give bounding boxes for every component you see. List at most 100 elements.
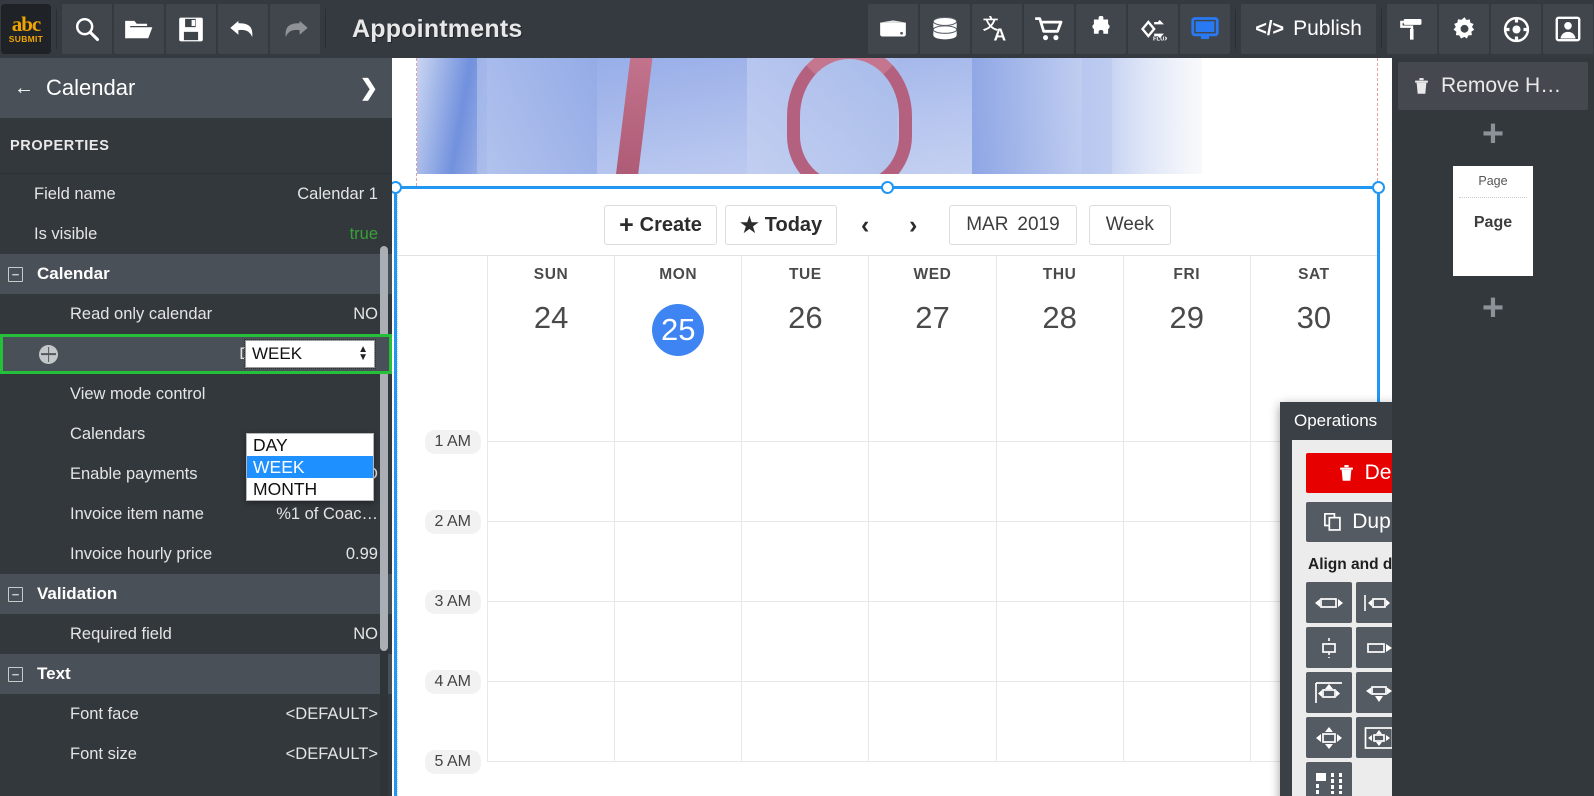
hour-cell[interactable] bbox=[488, 362, 615, 442]
distribute-rows-icon[interactable] bbox=[1306, 762, 1352, 796]
hour-cell[interactable] bbox=[869, 442, 996, 522]
group-validation[interactable]: − Validation bbox=[0, 574, 392, 614]
undo-icon[interactable] bbox=[218, 4, 268, 54]
cart-icon[interactable] bbox=[1024, 4, 1074, 54]
day-column-mon[interactable]: MON 25 bbox=[615, 256, 742, 362]
collapse-toggle-icon[interactable]: − bbox=[8, 267, 23, 282]
duplicate-button[interactable]: Duplicate bbox=[1306, 502, 1392, 542]
hour-cell[interactable] bbox=[997, 362, 1124, 442]
center-in-container-icon[interactable] bbox=[1356, 717, 1392, 758]
operations-popup[interactable]: Operations ✕ Delete Duplicate Align and … bbox=[1280, 402, 1392, 796]
prop-required-field[interactable]: Required field NO bbox=[0, 614, 392, 654]
flux-icon[interactable]: FLUX bbox=[1128, 4, 1178, 54]
day-column-sat[interactable]: SAT 30 bbox=[1251, 256, 1377, 362]
hour-cell[interactable] bbox=[742, 522, 869, 602]
hour-cell[interactable] bbox=[742, 682, 869, 762]
month-year-display[interactable]: MAR 2019 bbox=[949, 205, 1077, 245]
remove-header-button[interactable]: Remove H… bbox=[1398, 62, 1588, 110]
hour-cell[interactable] bbox=[488, 602, 615, 682]
prop-invoice-hourly-price[interactable]: Invoice hourly price 0.99 bbox=[0, 534, 392, 574]
translate-icon[interactable]: 文A bbox=[972, 4, 1022, 54]
prop-field-name[interactable]: Field name Calendar 1 bbox=[0, 174, 392, 214]
redo-icon[interactable] bbox=[270, 4, 320, 54]
database-icon[interactable] bbox=[920, 4, 970, 54]
day-column-tue[interactable]: TUE 26 bbox=[742, 256, 869, 362]
prop-is-visible[interactable]: Is visible true bbox=[0, 214, 392, 254]
hour-cell[interactable] bbox=[488, 522, 615, 602]
dropdown-option-week[interactable]: WEEK bbox=[247, 456, 373, 478]
align-to-container-left-icon[interactable] bbox=[1306, 672, 1352, 713]
hour-row[interactable]: 3 AM bbox=[398, 522, 1377, 602]
hour-cell[interactable] bbox=[742, 362, 869, 442]
view-mode-dropdown[interactable]: DAY WEEK MONTH bbox=[246, 433, 374, 501]
dropdown-option-day[interactable]: DAY bbox=[247, 434, 373, 456]
align-top-icon[interactable] bbox=[1306, 627, 1352, 668]
gear-icon[interactable] bbox=[1439, 4, 1489, 54]
add-page-above-button[interactable]: + bbox=[1392, 110, 1594, 158]
hour-cell[interactable] bbox=[615, 522, 742, 602]
page-thumbnail[interactable]: Page Page bbox=[1453, 166, 1533, 276]
hour-cell[interactable] bbox=[488, 682, 615, 762]
hour-cell[interactable] bbox=[997, 442, 1124, 522]
save-icon[interactable] bbox=[166, 4, 216, 54]
today-button[interactable]: ★ Today bbox=[725, 205, 837, 245]
hour-cell[interactable] bbox=[997, 602, 1124, 682]
group-text[interactable]: − Text bbox=[0, 654, 392, 694]
collapse-toggle-icon[interactable]: − bbox=[8, 587, 23, 602]
hour-cell[interactable] bbox=[869, 522, 996, 602]
hour-cell[interactable] bbox=[1124, 522, 1251, 602]
default-view-mode-select[interactable]: WEEK ▲▼ bbox=[245, 340, 375, 368]
hour-cell[interactable] bbox=[1124, 682, 1251, 762]
hour-cell[interactable] bbox=[615, 362, 742, 442]
hour-row[interactable]: 4 AM bbox=[398, 602, 1377, 682]
create-button[interactable]: + Create bbox=[604, 205, 717, 245]
publish-button[interactable]: </> Publish bbox=[1241, 4, 1376, 54]
hour-cell[interactable] bbox=[869, 362, 996, 442]
back-arrow-icon[interactable]: ← bbox=[14, 78, 34, 98]
dropdown-option-month[interactable]: MONTH bbox=[247, 478, 373, 500]
form-icon[interactable] bbox=[868, 4, 918, 54]
distribute-horizontal-icon[interactable] bbox=[1356, 627, 1392, 668]
paint-roller-icon[interactable] bbox=[1387, 4, 1437, 54]
design-canvas[interactable]: + Create ★ Today ‹ › MAR 2019 Week bbox=[392, 58, 1392, 796]
hour-cell[interactable] bbox=[997, 522, 1124, 602]
hour-cell[interactable] bbox=[615, 682, 742, 762]
search-icon[interactable] bbox=[62, 4, 112, 54]
prop-default-view-mode[interactable]: Default view mode WEEK ▲▼ bbox=[0, 334, 392, 374]
calendar-body[interactable]: 1 AM 2 AM 3 AM bbox=[398, 362, 1377, 762]
day-column-wed[interactable]: WED 27 bbox=[869, 256, 996, 362]
day-column-fri[interactable]: FRI 29 bbox=[1124, 256, 1251, 362]
add-page-below-button[interactable]: + bbox=[1392, 284, 1594, 332]
hour-row[interactable]: 2 AM bbox=[398, 442, 1377, 522]
properties-scrollbar-thumb[interactable] bbox=[380, 246, 388, 651]
center-both-icon[interactable] bbox=[1306, 717, 1352, 758]
hour-cell[interactable] bbox=[742, 602, 869, 682]
align-center-horizontal-icon[interactable] bbox=[1356, 582, 1392, 623]
hour-cell[interactable] bbox=[869, 602, 996, 682]
hour-row[interactable]: 5 AM bbox=[398, 682, 1377, 762]
delete-button[interactable]: Delete bbox=[1306, 453, 1392, 493]
prop-font-face[interactable]: Font face <DEFAULT> bbox=[0, 694, 392, 734]
forward-arrow-icon[interactable]: ❯ bbox=[360, 75, 378, 101]
align-left-icon[interactable] bbox=[1306, 582, 1352, 623]
hour-cell[interactable] bbox=[742, 442, 869, 522]
account-icon[interactable] bbox=[1543, 4, 1593, 54]
app-logo[interactable]: abc SUBMIT bbox=[1, 4, 51, 54]
hour-cell[interactable] bbox=[1124, 362, 1251, 442]
next-week-button[interactable]: › bbox=[893, 205, 933, 245]
hour-cell[interactable] bbox=[488, 442, 615, 522]
center-vertical-icon[interactable] bbox=[1356, 672, 1392, 713]
hour-cell[interactable] bbox=[615, 602, 742, 682]
calendar-widget[interactable]: + Create ★ Today ‹ › MAR 2019 Week bbox=[397, 189, 1377, 796]
group-calendar[interactable]: − Calendar bbox=[0, 254, 392, 294]
view-mode-button[interactable]: Week bbox=[1089, 205, 1171, 245]
hour-row[interactable]: 1 AM bbox=[398, 362, 1377, 442]
header-image[interactable] bbox=[417, 58, 1202, 174]
folder-open-icon[interactable] bbox=[114, 4, 164, 54]
prop-read-only-calendar[interactable]: Read only calendar NO bbox=[0, 294, 392, 334]
puzzle-icon[interactable] bbox=[1076, 4, 1126, 54]
prop-view-mode-control[interactable]: View mode control bbox=[0, 374, 392, 414]
prop-font-size[interactable]: Font size <DEFAULT> bbox=[0, 734, 392, 774]
day-column-sun[interactable]: SUN 24 bbox=[488, 256, 615, 362]
hour-cell[interactable] bbox=[1124, 602, 1251, 682]
